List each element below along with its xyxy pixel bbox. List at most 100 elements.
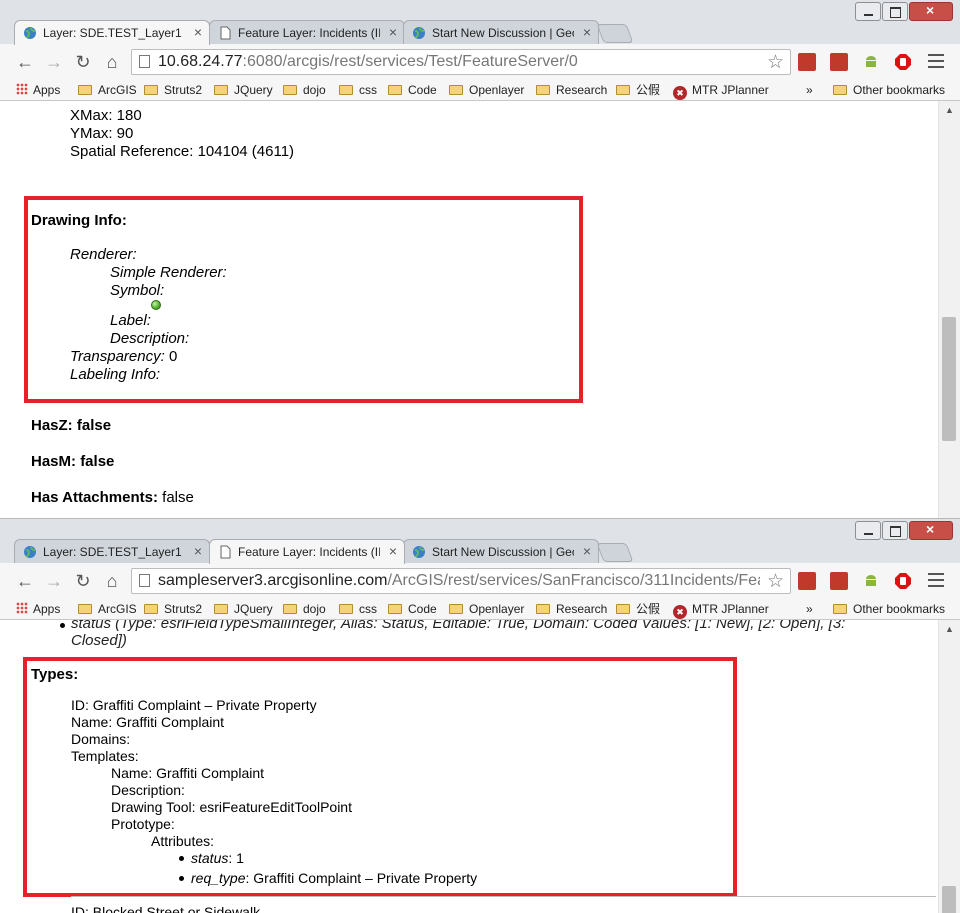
other-bookmarks[interactable]: Other bookmarks bbox=[833, 82, 945, 98]
template-description: Description: bbox=[111, 782, 185, 798]
attribute-req-type-key: req_type bbox=[191, 870, 246, 886]
forward-arrow-icon[interactable]: → bbox=[44, 571, 64, 591]
minimize-button[interactable] bbox=[855, 521, 881, 540]
bookmark-folder[interactable]: dojo bbox=[283, 82, 326, 98]
page-icon bbox=[139, 574, 150, 587]
bookmark-folder[interactable]: 公假 bbox=[616, 601, 660, 617]
home-icon[interactable]: ⌂ bbox=[102, 52, 122, 72]
status-field-fragment-2: Closed]) bbox=[71, 632, 127, 649]
bookmark-folder[interactable]: Code bbox=[388, 82, 437, 98]
type-templates: Templates: bbox=[71, 748, 139, 764]
tab-close-icon[interactable]: × bbox=[583, 543, 591, 559]
browser-window-bottom: Layer: SDE.TEST_Layer1 (ID × Feature Lay… bbox=[0, 518, 960, 913]
tab-close-icon[interactable]: × bbox=[194, 24, 202, 40]
bookmarks-overflow-button[interactable]: » bbox=[806, 82, 813, 98]
android-icon[interactable] bbox=[862, 53, 880, 71]
save-extension-icon[interactable] bbox=[798, 572, 816, 590]
address-bar[interactable]: sampleserver3.arcgisonline.com/ArcGIS/re… bbox=[131, 568, 791, 594]
star-icon[interactable]: ☆ bbox=[767, 570, 784, 593]
vertical-scrollbar[interactable]: ▲ bbox=[938, 620, 960, 913]
tab-strip: Layer: SDE.TEST_Layer1 (ID × Feature Lay… bbox=[0, 519, 960, 564]
back-arrow-icon[interactable]: ← bbox=[15, 571, 35, 591]
folder-icon bbox=[449, 604, 463, 614]
other-bookmarks[interactable]: Other bookmarks bbox=[833, 601, 945, 617]
attribute-status-value: : 1 bbox=[228, 850, 244, 866]
window-close-button[interactable]: × bbox=[909, 521, 953, 540]
bookmark-mtr-jplanner[interactable]: ✖ MTR JPlanner bbox=[673, 601, 769, 619]
folder-icon bbox=[144, 85, 158, 95]
bookmark-folder[interactable]: JQuery bbox=[214, 601, 273, 617]
forward-arrow-icon[interactable]: → bbox=[44, 52, 64, 72]
restore-button[interactable] bbox=[882, 521, 908, 540]
star-icon[interactable]: ☆ bbox=[767, 51, 784, 74]
new-tab-button[interactable] bbox=[596, 24, 634, 43]
url-path: :6080/arcgis/rest/services/Test/FeatureS… bbox=[242, 53, 578, 70]
list-bullet bbox=[179, 856, 184, 861]
bookmark-folder[interactable]: ArcGIS bbox=[78, 82, 137, 98]
bookmark-folder[interactable]: css bbox=[339, 82, 377, 98]
reload-icon[interactable]: ↻ bbox=[73, 571, 93, 591]
adblock-icon[interactable] bbox=[894, 53, 912, 71]
tab-layer-sde[interactable]: Layer: SDE.TEST_Layer1 (ID × bbox=[14, 20, 210, 45]
bookmark-folder[interactable]: Research bbox=[536, 82, 607, 98]
tab-close-icon[interactable]: × bbox=[583, 24, 591, 40]
status-field-fragment: status (Type: esriFieldTypeSmallInteger,… bbox=[71, 620, 846, 632]
save-extension-icon[interactable] bbox=[798, 53, 816, 71]
tab-start-discussion[interactable]: Start New Discussion | Geo × bbox=[403, 20, 599, 44]
bookmark-folder[interactable]: css bbox=[339, 601, 377, 617]
restore-button[interactable] bbox=[882, 2, 908, 21]
tab-feature-layer[interactable]: Feature Layer: Incidents (II × bbox=[209, 20, 405, 44]
tab-close-icon[interactable]: × bbox=[389, 24, 397, 40]
simple-renderer-label: Simple Renderer: bbox=[110, 264, 227, 281]
menu-icon[interactable] bbox=[928, 573, 944, 591]
folder-icon bbox=[536, 604, 550, 614]
point-symbol-icon bbox=[151, 300, 161, 310]
address-bar[interactable]: 10.68.24.77:6080/arcgis/rest/services/Te… bbox=[131, 49, 791, 75]
template-prototype: Prototype: bbox=[111, 816, 175, 832]
menu-icon[interactable] bbox=[928, 54, 944, 72]
bookmark-folder[interactable]: Struts2 bbox=[144, 601, 202, 617]
tab-close-icon[interactable]: × bbox=[389, 543, 397, 559]
bookmark-folder[interactable]: dojo bbox=[283, 601, 326, 617]
has-attachments-value: false bbox=[162, 489, 194, 506]
bookmark-folder[interactable]: JQuery bbox=[214, 82, 273, 98]
scrollbar-thumb[interactable] bbox=[942, 886, 956, 913]
bookmark-extension-icon[interactable] bbox=[830, 572, 848, 590]
folder-icon bbox=[283, 604, 297, 614]
list-bullet bbox=[60, 623, 65, 628]
adblock-icon[interactable] bbox=[894, 572, 912, 590]
scrollbar-thumb[interactable] bbox=[942, 317, 956, 441]
new-tab-button[interactable] bbox=[596, 543, 634, 562]
globe-icon bbox=[24, 27, 36, 39]
bookmark-folder[interactable]: 公假 bbox=[616, 82, 660, 98]
tab-start-discussion[interactable]: Start New Discussion | Geo × bbox=[403, 539, 599, 563]
scroll-up-arrow-icon[interactable]: ▲ bbox=[945, 105, 954, 115]
minimize-button[interactable] bbox=[855, 2, 881, 21]
tab-layer-sde[interactable]: Layer: SDE.TEST_Layer1 (ID × bbox=[14, 539, 210, 563]
tab-feature-layer[interactable]: Feature Layer: Incidents (II × bbox=[209, 539, 405, 564]
bookmark-folder[interactable]: Research bbox=[536, 601, 607, 617]
window-close-button[interactable]: × bbox=[909, 2, 953, 21]
bookmark-apps[interactable]: Apps bbox=[16, 82, 60, 98]
tab-close-icon[interactable]: × bbox=[194, 543, 202, 559]
reload-icon[interactable]: ↻ bbox=[73, 52, 93, 72]
bookmark-extension-icon[interactable] bbox=[830, 53, 848, 71]
tab-label: Feature Layer: Incidents (II bbox=[238, 545, 380, 559]
bookmark-folder[interactable]: Struts2 bbox=[144, 82, 202, 98]
bookmark-mtr-jplanner[interactable]: ✖ MTR JPlanner bbox=[673, 82, 769, 100]
back-arrow-icon[interactable]: ← bbox=[15, 52, 35, 72]
bookmark-folder[interactable]: Code bbox=[388, 601, 437, 617]
hasz-label: HasZ: bbox=[31, 417, 73, 434]
home-icon[interactable]: ⌂ bbox=[102, 571, 122, 591]
bookmark-apps[interactable]: Apps bbox=[16, 601, 60, 617]
bookmarks-overflow-button[interactable]: » bbox=[806, 601, 813, 617]
vertical-scrollbar[interactable]: ▲ bbox=[938, 101, 960, 518]
android-icon[interactable] bbox=[862, 572, 880, 590]
folder-icon bbox=[144, 604, 158, 614]
bookmark-folder[interactable]: Openlayer bbox=[449, 82, 524, 98]
url-host: 10.68.24.77 bbox=[158, 53, 243, 70]
scroll-up-arrow-icon[interactable]: ▲ bbox=[945, 624, 954, 634]
browser-toolbar: ← → ↻ ⌂ 10.68.24.77:6080/arcgis/rest/ser… bbox=[0, 44, 960, 80]
bookmark-folder[interactable]: Openlayer bbox=[449, 601, 524, 617]
bookmark-folder[interactable]: ArcGIS bbox=[78, 601, 137, 617]
